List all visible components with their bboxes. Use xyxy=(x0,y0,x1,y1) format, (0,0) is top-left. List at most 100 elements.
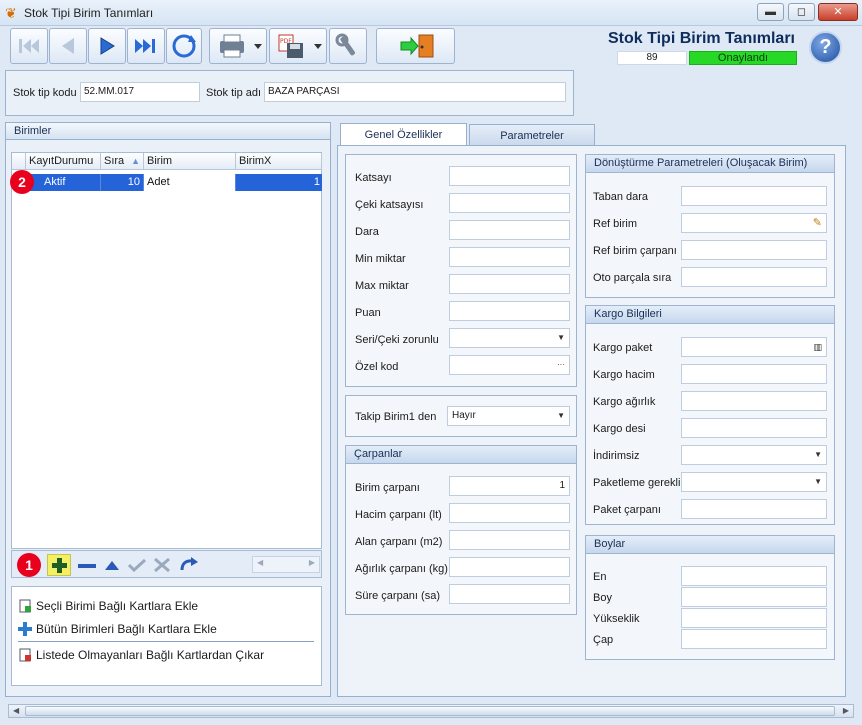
exit-button[interactable] xyxy=(376,28,455,64)
next-record-button[interactable] xyxy=(88,28,126,64)
field-label: Kargo desi xyxy=(593,423,646,435)
tracking-select-value: Hayır xyxy=(452,410,476,421)
export-pdf-button[interactable]: PDF xyxy=(269,28,327,64)
record-code: 89 xyxy=(617,51,687,65)
cancel-edit-icon[interactable] xyxy=(152,557,172,573)
volume-multiplier-input[interactable] xyxy=(449,503,570,523)
cell-order: 10 xyxy=(101,174,144,191)
area-multiplier-input[interactable] xyxy=(449,530,570,550)
field-label: Oto parçala sıra xyxy=(593,272,672,284)
help-button[interactable]: ? xyxy=(809,31,842,64)
title-bar: ❦ Stok Tipi Birim Tanımları ▬ ◻ ✕ xyxy=(0,0,862,26)
column-header-unit[interactable]: Birim xyxy=(144,153,236,170)
tare-input[interactable] xyxy=(449,220,570,240)
barcode-icon[interactable]: ▥ xyxy=(813,338,822,356)
tab-general[interactable]: Genel Özellikler xyxy=(340,123,467,147)
weight-multiplier-input[interactable] xyxy=(449,557,570,577)
field-label: Yükseklik xyxy=(593,613,640,625)
stock-code-field[interactable]: 52.MM.017 xyxy=(80,82,200,102)
ref-unit-input[interactable]: ✎ xyxy=(681,213,827,233)
length-input[interactable] xyxy=(681,587,827,607)
cheki-coefficient-input[interactable] xyxy=(449,193,570,213)
close-button[interactable]: ✕ xyxy=(818,3,858,21)
sizes-header: Boylar xyxy=(586,536,834,554)
packaging-required-select[interactable]: ▼ xyxy=(681,472,827,492)
row-indicator-header xyxy=(12,153,26,170)
refresh-button[interactable] xyxy=(166,28,202,64)
scroll-left-icon[interactable]: ◀ xyxy=(13,706,19,715)
minimize-button[interactable]: ▬ xyxy=(757,3,784,21)
butterfly-app-icon: ❦ xyxy=(5,5,17,21)
last-record-button[interactable] xyxy=(127,28,165,64)
window-horizontal-scrollbar[interactable]: ◀ ▶ xyxy=(8,704,854,718)
field-label: Dara xyxy=(355,226,379,238)
add-row-button[interactable] xyxy=(47,554,71,576)
field-label: Taban dara xyxy=(593,191,649,203)
time-multiplier-input[interactable] xyxy=(449,584,570,604)
prev-record-button[interactable] xyxy=(49,28,87,64)
status-badge: Onaylandı xyxy=(689,51,797,65)
add-selected-unit-label: Seçli Birimi Bağlı Kartlara Ekle xyxy=(36,599,199,613)
sort-asc-icon: ▲ xyxy=(131,156,140,166)
cargo-volume-input[interactable] xyxy=(681,364,827,384)
field-label: Hacim çarpanı (lt) xyxy=(355,509,442,521)
column-header-unitx[interactable]: BirimX xyxy=(236,153,322,170)
cell-unit[interactable]: Adet xyxy=(144,174,236,191)
divider xyxy=(18,641,314,642)
ref-unit-multiplier-input[interactable] xyxy=(681,240,827,260)
maximize-button[interactable]: ◻ xyxy=(788,3,815,21)
stock-name-field[interactable]: BAZA PARÇASI xyxy=(264,82,566,102)
remove-unlisted-action[interactable]: Listede Olmayanları Bağlı Kartlardan Çık… xyxy=(18,648,264,662)
delete-row-icon[interactable] xyxy=(76,557,98,573)
auto-split-order-input[interactable] xyxy=(681,267,827,287)
coefficient-input[interactable] xyxy=(449,166,570,186)
grid-navigator: ◀ ▶ xyxy=(11,550,322,578)
next-record-icon xyxy=(100,37,115,55)
print-button[interactable] xyxy=(209,28,267,64)
column-header-status[interactable]: KayıtDurumu xyxy=(26,153,101,170)
max-quantity-input[interactable] xyxy=(449,274,570,294)
cargo-weight-input[interactable] xyxy=(681,391,827,411)
height-input[interactable] xyxy=(681,608,827,628)
width-input[interactable] xyxy=(681,566,827,586)
lookup-icon[interactable]: ✎ xyxy=(813,214,822,232)
tools-button[interactable] xyxy=(329,28,367,64)
add-all-units-action[interactable]: Bütün Birimleri Bağlı Kartlara Ekle xyxy=(18,622,217,636)
min-quantity-input[interactable] xyxy=(449,247,570,267)
score-input[interactable] xyxy=(449,301,570,321)
no-discount-select[interactable]: ▼ xyxy=(681,445,827,465)
scroll-right-icon[interactable]: ▶ xyxy=(309,558,315,567)
printer-icon xyxy=(220,34,262,58)
unit-multiplier-input[interactable]: 1 xyxy=(449,476,570,496)
serial-required-select[interactable]: ▼ xyxy=(449,328,570,348)
redo-icon[interactable] xyxy=(178,556,200,574)
special-code-input[interactable]: ··· xyxy=(449,355,570,375)
scroll-thumb[interactable] xyxy=(25,706,835,716)
remove-unlisted-label: Listede Olmayanları Bağlı Kartlardan Çık… xyxy=(36,648,265,662)
field-label: Alan çarpanı (m2) xyxy=(355,536,443,548)
table-row[interactable]: Aktif 10 Adet 1 xyxy=(26,174,322,191)
tracking-select[interactable]: Hayır ▼ xyxy=(447,406,570,426)
move-up-icon[interactable] xyxy=(102,557,122,573)
grid-horizontal-scrollbar[interactable]: ◀ ▶ xyxy=(252,556,320,573)
base-tare-input[interactable] xyxy=(681,186,827,206)
general-fields-group: Katsayı Çeki katsayısı Dara Min miktar M… xyxy=(345,154,577,387)
scroll-right-icon[interactable]: ▶ xyxy=(843,706,849,715)
diameter-input[interactable] xyxy=(681,629,827,649)
confirm-icon[interactable] xyxy=(126,557,148,573)
link-actions: Seçli Birimi Bağlı Kartlara Ekle Bütün B… xyxy=(11,586,322,686)
tab-parameters[interactable]: Parametreler xyxy=(469,124,595,146)
cargo-desi-input[interactable] xyxy=(681,418,827,438)
ellipsis-icon[interactable]: ··· xyxy=(557,356,565,374)
package-multiplier-input[interactable] xyxy=(681,499,827,519)
cargo-package-input[interactable]: ▥ xyxy=(681,337,827,357)
scroll-left-icon[interactable]: ◀ xyxy=(257,558,263,567)
column-header-order-label: Sıra xyxy=(104,155,125,167)
field-label: Çeki katsayısı xyxy=(355,199,424,211)
first-record-button[interactable] xyxy=(10,28,48,64)
callout-badge-1: 1 xyxy=(17,553,41,577)
conversion-header: Dönüştürme Parametreleri (Oluşacak Birim… xyxy=(586,155,834,173)
add-selected-unit-action[interactable]: Seçli Birimi Bağlı Kartlara Ekle xyxy=(18,599,198,613)
column-header-order[interactable]: Sıra ▲ xyxy=(101,153,144,170)
plus-icon xyxy=(18,622,32,636)
